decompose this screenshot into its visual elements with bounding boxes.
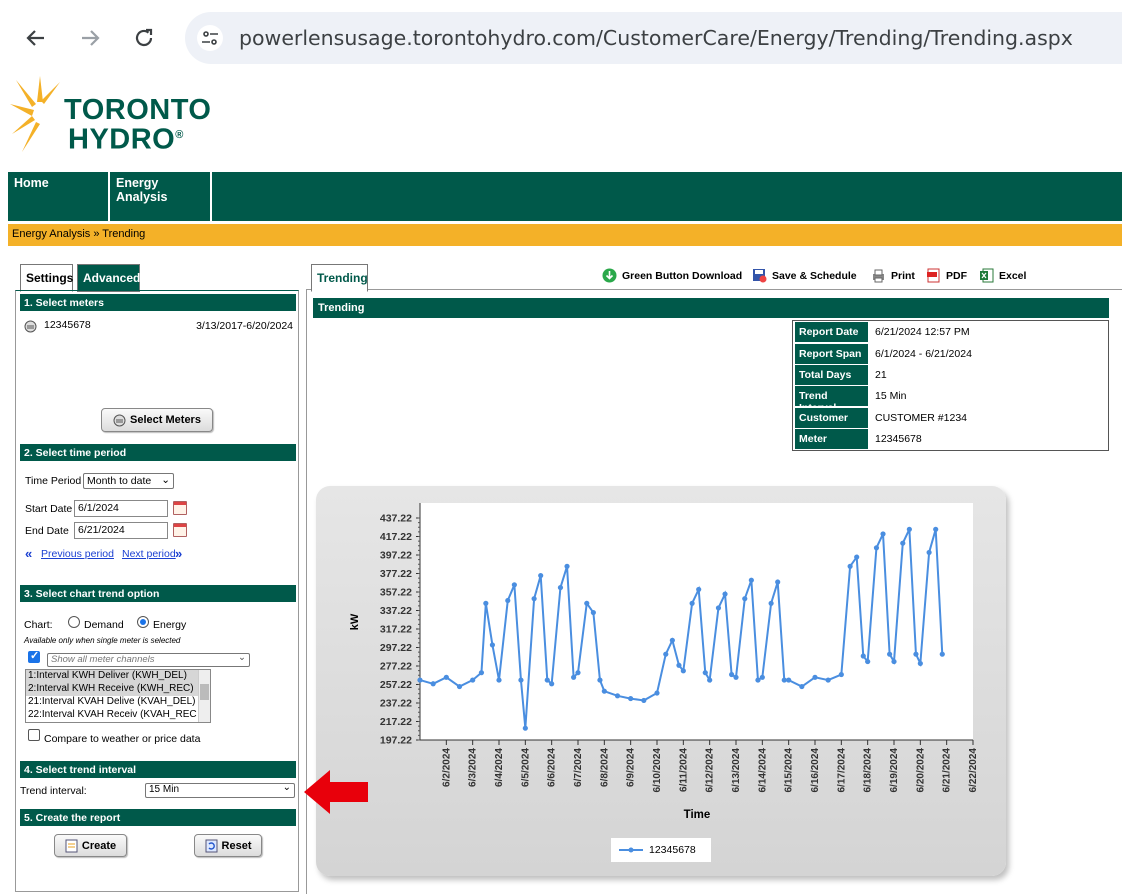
legend-line-icon [619, 847, 643, 853]
compare-checkbox[interactable] [28, 729, 40, 741]
excel-button[interactable]: Excel [979, 268, 1026, 283]
excel-icon [980, 268, 994, 283]
channels-checkbox[interactable] [28, 649, 40, 663]
next-period-link[interactable]: Next period [122, 548, 176, 560]
chevron-down-icon: ⌄ [282, 782, 291, 793]
start-date-label: Start Date [25, 503, 73, 515]
save-icon [753, 269, 767, 283]
meter-icon [113, 414, 126, 426]
chart-label: Chart: [24, 619, 53, 631]
time-period-select[interactable]: Month to date ⌄ [83, 473, 174, 489]
demand-radio[interactable] [68, 616, 80, 628]
tab-advanced[interactable]: Advanced [77, 264, 140, 292]
green-button-download-button[interactable]: Green Button Download [602, 268, 742, 283]
legend-label: 12345678 [649, 844, 696, 856]
channel-listbox[interactable]: 1:Interval KWH Deliver (KWH_DEL) 2:Inter… [25, 669, 211, 723]
table-row: Meter 12345678 [795, 429, 1107, 449]
section-create-report: 5. Create the report [20, 809, 296, 826]
section-select-meters: 1. Select meters [20, 294, 296, 311]
nav-energy-analysis[interactable]: Energy Analysis [110, 172, 212, 223]
table-row: Report Date 6/21/2024 12:57 PM [795, 322, 1107, 342]
double-chevron-right-icon[interactable]: » [175, 546, 182, 561]
browser-toolbar: powerlensusage.torontohydro.com/Customer… [0, 0, 1122, 72]
double-chevron-left-icon[interactable]: « [25, 546, 32, 561]
reset-icon [205, 839, 218, 852]
end-date-input[interactable]: 6/21/2024 [74, 522, 168, 539]
select-meters-button[interactable]: Select Meters [101, 408, 213, 432]
chart-container [316, 486, 1006, 876]
pdf-button[interactable]: PDF [926, 268, 967, 283]
demand-label: Demand [84, 619, 124, 631]
forward-arrow-icon[interactable] [74, 22, 106, 54]
reload-icon[interactable] [128, 22, 160, 54]
single-meter-note: Available only when single meter is sele… [24, 636, 181, 645]
red-arrow-icon [304, 770, 368, 814]
address-bar[interactable]: powerlensusage.torontohydro.com/Customer… [185, 12, 1122, 64]
nav-home[interactable]: Home [8, 172, 110, 223]
trending-header: Trending [313, 298, 1109, 318]
meter-id[interactable]: 12345678 [44, 319, 91, 331]
list-item[interactable]: 22:Interval KVAH Receiv (KVAH_REC [26, 709, 210, 722]
start-date-input[interactable]: 6/1/2024 [74, 500, 168, 517]
report-info-table: Report Date 6/21/2024 12:57 PM Report Sp… [792, 320, 1109, 451]
meter-date-range: 3/13/2017-6/20/2024 [196, 320, 293, 332]
chart-legend: 12345678 [611, 838, 711, 862]
settings-panel: 1. Select meters 12345678 3/13/2017-6/20… [15, 290, 299, 892]
reset-button[interactable]: Reset [194, 834, 262, 857]
listbox-scrollbar[interactable] [198, 670, 210, 722]
section-select-time: 2. Select time period [20, 444, 296, 461]
meter-icon [24, 320, 37, 333]
section-trend-interval: 4. Select trend interval [20, 761, 296, 778]
section-chart-trend: 3. Select chart trend option [20, 585, 296, 602]
trend-interval-label: Trend interval: [20, 785, 87, 797]
compare-label: Compare to weather or price data [44, 733, 201, 745]
back-arrow-icon[interactable] [20, 22, 52, 54]
toronto-hydro-logo[interactable]: TORONTO HYDRO® [8, 72, 223, 156]
meter-channels-select[interactable]: Show all meter channels ⌄ [47, 652, 250, 667]
calendar-icon[interactable] [173, 501, 187, 515]
previous-period-link[interactable]: Previous period [41, 548, 114, 560]
main-nav: Home Energy Analysis [8, 172, 1122, 223]
table-row: Report Span 6/1/2024 - 6/21/2024 [795, 344, 1107, 364]
tab-settings[interactable]: Settings [20, 264, 73, 292]
site-info-icon[interactable] [197, 25, 223, 51]
tab-trending[interactable]: Trending [311, 264, 368, 292]
download-icon [602, 268, 617, 283]
end-date-label: End Date [25, 525, 69, 537]
chevron-down-icon: ⌄ [238, 652, 246, 663]
list-item[interactable]: 21:Interval KVAH Delive (KVAH_DEL) [26, 696, 210, 709]
list-item[interactable]: 1:Interval KWH Deliver (KWH_DEL) [26, 670, 210, 683]
pdf-icon [927, 268, 940, 283]
calendar-icon[interactable] [173, 523, 187, 537]
energy-radio[interactable] [137, 616, 149, 628]
create-button[interactable]: Create [54, 834, 127, 857]
printer-icon [873, 269, 884, 283]
document-icon [65, 839, 78, 852]
print-button[interactable]: Print [871, 268, 915, 283]
save-schedule-button[interactable]: Save & Schedule [752, 268, 857, 283]
logo-wordmark: TORONTO HYDRO® [64, 94, 212, 156]
trend-interval-select[interactable]: 15 Min ⌄ [145, 782, 295, 798]
url-text: powerlensusage.torontohydro.com/Customer… [239, 26, 1073, 50]
chevron-down-icon: ⌄ [161, 474, 170, 486]
energy-label: Energy [153, 619, 187, 631]
time-period-label: Time Period [25, 475, 82, 487]
table-row: Total Days 21 [795, 365, 1107, 385]
table-row: Trend Interval 15 Min [795, 386, 1107, 414]
table-row: Customer CUSTOMER #1234 [795, 408, 1107, 428]
breadcrumb: Energy Analysis » Trending [8, 224, 1122, 246]
list-item[interactable]: 2:Interval KWH Receive (KWH_REC) [26, 683, 210, 696]
